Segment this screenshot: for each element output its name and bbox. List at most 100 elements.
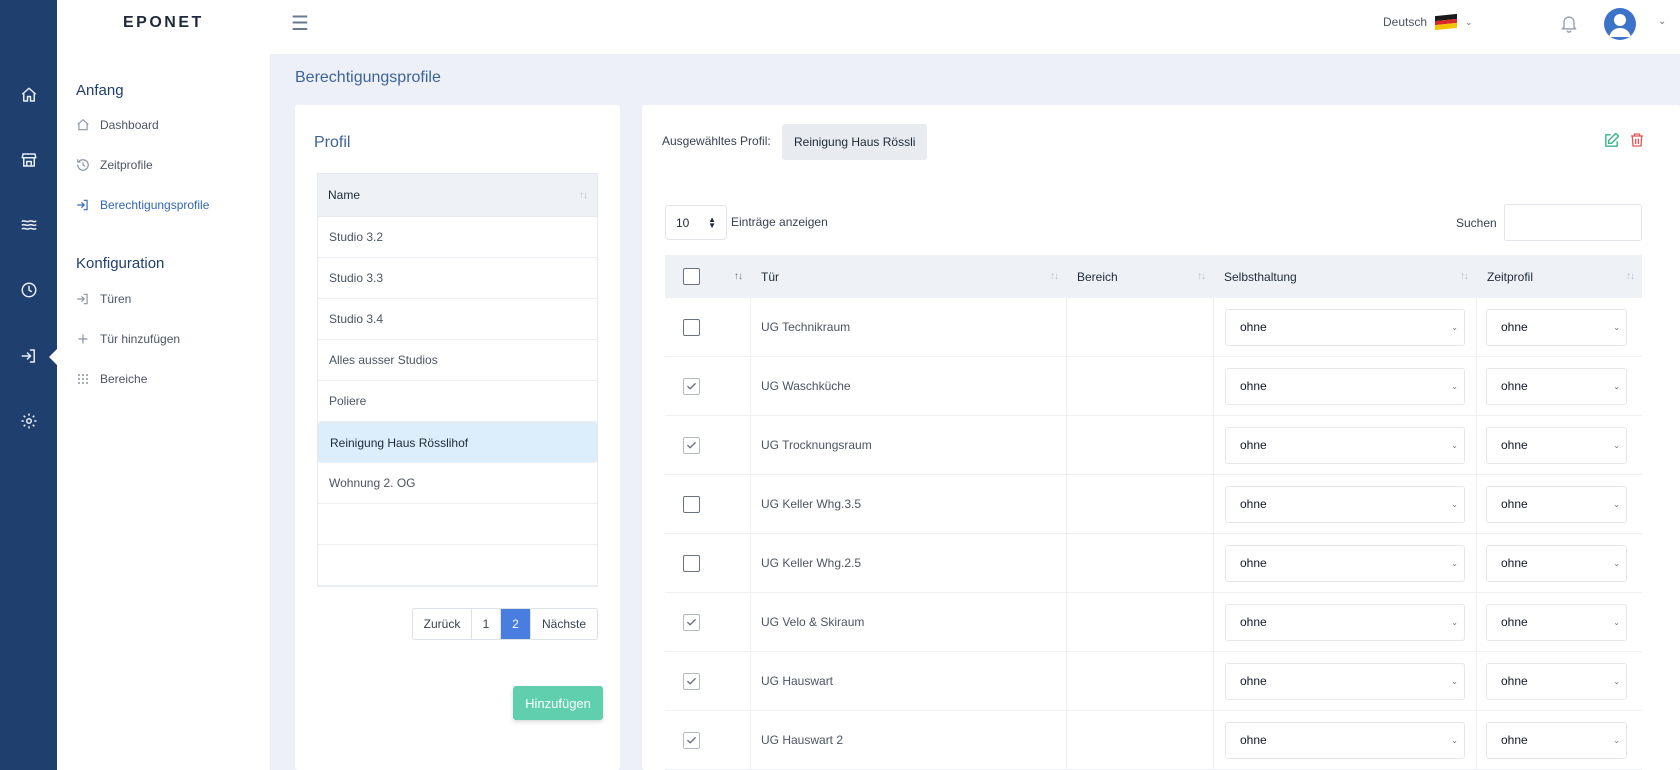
history-icon <box>76 158 90 172</box>
clock-icon[interactable] <box>0 275 57 305</box>
profile-row[interactable]: Poliere <box>318 381 597 422</box>
sidebar-item-turen[interactable]: Türen <box>76 292 131 306</box>
selbsthaltung-cell: ohne ⌄ <box>1214 534 1477 592</box>
row-checkbox[interactable] <box>683 436 700 454</box>
bereich-cell <box>1067 298 1214 356</box>
language-label: Deutsch <box>1383 15 1428 29</box>
bereich-cell <box>1067 534 1214 592</box>
zeitprofil-select[interactable]: ohne ⌄ <box>1486 721 1627 759</box>
profile-name-header[interactable]: Name ↑↓ <box>318 174 597 217</box>
profile-row[interactable]: Reinigung Haus Rösslihof <box>318 422 597 463</box>
sidebar-item-label: Dashboard <box>100 118 159 132</box>
selbsthaltung-select[interactable]: ohne ⌄ <box>1225 603 1465 641</box>
sidebar-item-label: Tür hinzufügen <box>100 332 181 346</box>
row-checkbox[interactable] <box>683 672 700 690</box>
sidebar-item-bereiche[interactable]: Bereiche <box>76 372 147 386</box>
gear-icon[interactable] <box>0 406 57 436</box>
sidebar-item-tur-hinzufugen[interactable]: Tür hinzufügen <box>76 332 180 346</box>
profile-row[interactable]: Studio 3.2 <box>318 217 597 258</box>
selbsthaltung-cell: ohne ⌄ <box>1214 475 1477 533</box>
pagination-page-1[interactable]: 1 <box>472 609 501 639</box>
trash-icon[interactable] <box>1629 131 1645 154</box>
selbsthaltung-select[interactable]: ohne ⌄ <box>1225 367 1465 405</box>
logo: EPONET <box>123 14 204 31</box>
zeitprofil-select[interactable]: ohne ⌄ <box>1486 426 1627 464</box>
zeitprofil-select[interactable]: ohne ⌄ <box>1486 308 1627 346</box>
row-check-cell <box>665 416 751 474</box>
sort-icon: ↑↓ <box>1460 271 1469 282</box>
selbsthaltung-select[interactable]: ohne ⌄ <box>1225 721 1465 759</box>
select-all-checkbox[interactable] <box>683 268 700 285</box>
sidebar-item-zeitprofile[interactable]: Zeitprofile <box>76 158 153 172</box>
zeitprofil-select[interactable]: ohne ⌄ <box>1486 367 1627 405</box>
chevron-down-icon: ⌄ <box>1613 440 1620 450</box>
zeitprofil-select[interactable]: ohne ⌄ <box>1486 485 1627 523</box>
chevron-down-icon: ⌄ <box>1465 16 1473 27</box>
pagination-next-button[interactable]: Nächste <box>531 609 597 639</box>
waves-icon[interactable] <box>0 210 57 240</box>
row-checkbox[interactable] <box>683 377 700 395</box>
selbsthaltung-select[interactable]: ohne ⌄ <box>1225 662 1465 700</box>
column-header-label: Selbsthaltung <box>1224 269 1297 284</box>
selbsthaltung-select[interactable]: ohne ⌄ <box>1225 485 1465 523</box>
sidebar-item-berechtigungsprofile[interactable]: Berechtigungsprofile <box>76 198 209 212</box>
tur-cell: UG Waschküche <box>751 357 1067 415</box>
chevron-down-icon: ⌄ <box>1451 322 1458 332</box>
bell-icon[interactable] <box>1559 12 1579 39</box>
select-value: ohne <box>1501 379 1528 393</box>
zeitprofil-select[interactable]: ohne ⌄ <box>1486 544 1627 582</box>
tur-name: UG Keller Whg.3.5 <box>761 497 862 511</box>
row-check-cell <box>665 298 751 356</box>
edit-icon[interactable] <box>1603 132 1620 154</box>
row-checkbox[interactable] <box>683 318 700 336</box>
column-header-zeitprofil[interactable]: Zeitprofil ↑↓ <box>1477 255 1642 298</box>
row-checkbox[interactable] <box>683 554 700 572</box>
selbsthaltung-select[interactable]: ohne ⌄ <box>1225 426 1465 464</box>
add-profile-button[interactable]: Hinzufügen <box>513 686 603 720</box>
selbsthaltung-select[interactable]: ohne ⌄ <box>1225 544 1465 582</box>
pagination-prev-button[interactable]: Zurück <box>413 609 472 639</box>
grid-icon <box>76 372 90 386</box>
sidebar-item-label: Zeitprofile <box>100 158 153 172</box>
sign-in-icon <box>76 292 90 306</box>
pagination-page-2[interactable]: 2 <box>501 609 531 639</box>
zeitprofil-select[interactable]: ohne ⌄ <box>1486 662 1627 700</box>
row-checkbox[interactable] <box>683 613 700 631</box>
language-selector[interactable]: Deutsch ⌄ <box>1383 13 1473 31</box>
select-value: ohne <box>1240 556 1267 570</box>
search-input[interactable] <box>1504 204 1642 241</box>
home-icon[interactable] <box>0 80 57 110</box>
zeitprofil-cell: ohne ⌄ <box>1477 475 1642 533</box>
sort-icon[interactable]: ↑↓ <box>734 271 743 282</box>
column-header-selbsthaltung[interactable]: Selbsthaltung ↑↓ <box>1214 255 1477 298</box>
store-icon[interactable] <box>0 145 57 175</box>
sort-icon: ↑↓ <box>1626 271 1635 282</box>
chevron-down-icon: ⌄ <box>1451 499 1458 509</box>
select-value: ohne <box>1501 438 1528 452</box>
select-value: ohne <box>1240 615 1267 629</box>
sidebar-item-dashboard[interactable]: Dashboard <box>76 118 159 132</box>
row-check-cell <box>665 475 751 533</box>
column-header-bereich[interactable]: Bereich ↑↓ <box>1067 255 1214 298</box>
column-header-tur[interactable]: Tür ↑↓ <box>751 255 1067 298</box>
row-checkbox[interactable] <box>683 731 700 749</box>
selected-profile-value: Reinigung Haus Rössli <box>782 124 928 160</box>
profile-row[interactable]: Studio 3.3 <box>318 258 597 299</box>
menu-toggle-icon[interactable]: ☰ <box>291 12 315 36</box>
zeitprofil-select[interactable]: ohne ⌄ <box>1486 603 1627 641</box>
profile-row[interactable]: Wohnung 2. OG <box>318 463 597 504</box>
page-length-select[interactable]: 10 ▲ ▼ <box>665 205 727 240</box>
selbsthaltung-select[interactable]: ohne ⌄ <box>1225 308 1465 346</box>
tur-cell: UG Hauswart 2 <box>751 711 1067 769</box>
profile-row[interactable] <box>318 545 597 586</box>
sort-icon: ↑↓ <box>1197 271 1206 282</box>
search-label: Suchen <box>1456 216 1497 230</box>
table-row: UG Hauswart 2 ohne ⌄ ohne ⌄ <box>665 711 1642 770</box>
row-checkbox[interactable] <box>683 495 700 513</box>
tur-cell: UG Keller Whg.2.5 <box>751 534 1067 592</box>
profile-row[interactable]: Alles ausser Studios <box>318 340 597 381</box>
profile-row[interactable] <box>318 504 597 545</box>
profile-row[interactable]: Studio 3.4 <box>318 299 597 340</box>
chevron-down-icon[interactable]: ⌄ <box>1658 16 1666 27</box>
avatar[interactable] <box>1604 8 1636 40</box>
